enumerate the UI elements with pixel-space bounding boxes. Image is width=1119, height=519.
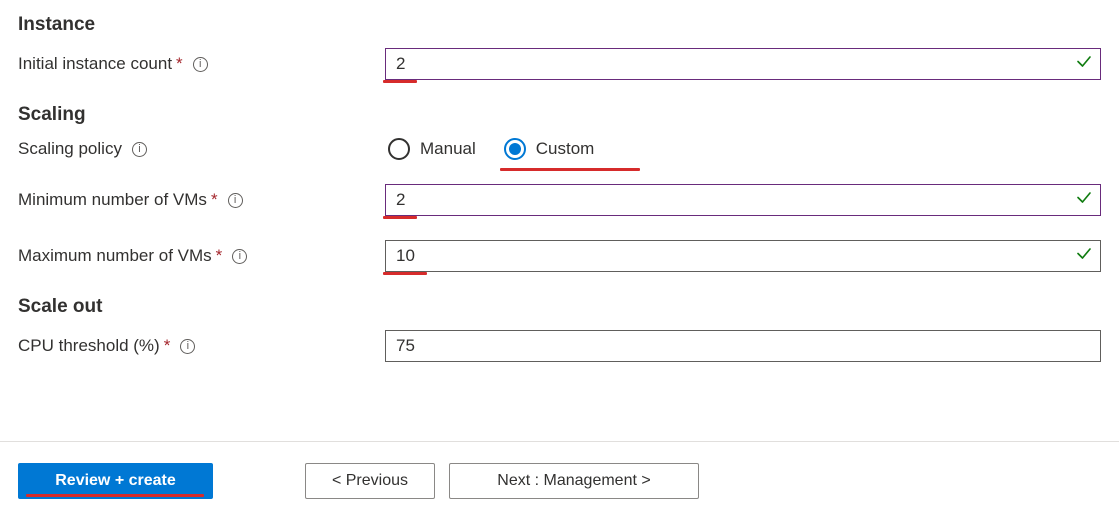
label-cpu-threshold: CPU threshold (%) * i: [18, 336, 385, 356]
required-asterisk: *: [211, 190, 218, 210]
footer-bar: Review + create < Previous Next : Manage…: [0, 441, 1119, 519]
section-header-scaling: Scaling: [18, 104, 1101, 126]
label-text: Maximum number of VMs: [18, 246, 212, 266]
row-min-vms: Minimum number of VMs * i: [18, 184, 1101, 216]
scaling-policy-radio-group: Manual Custom: [388, 138, 594, 160]
previous-button[interactable]: < Previous: [305, 463, 435, 499]
annotation-underline: [383, 216, 417, 219]
required-asterisk: *: [216, 246, 223, 266]
radio-label-custom: Custom: [536, 139, 595, 159]
annotation-underline: [383, 272, 427, 275]
min-vms-input[interactable]: [385, 184, 1101, 216]
section-header-instance: Instance: [18, 14, 1101, 36]
field-min-vms: [385, 184, 1101, 216]
field-initial-instance-count: [385, 48, 1101, 80]
field-cpu-threshold: [385, 330, 1101, 362]
info-icon[interactable]: i: [132, 142, 147, 157]
row-initial-instance-count: Initial instance count * i: [18, 48, 1101, 80]
label-text: Scaling policy: [18, 139, 122, 159]
row-cpu-threshold: CPU threshold (%) * i: [18, 330, 1101, 362]
radio-circle-icon: [504, 138, 526, 160]
label-text: Minimum number of VMs: [18, 190, 207, 210]
info-icon[interactable]: i: [228, 193, 243, 208]
next-management-button[interactable]: Next : Management >: [449, 463, 699, 499]
label-text: CPU threshold (%): [18, 336, 160, 356]
required-asterisk: *: [164, 336, 171, 356]
info-icon[interactable]: i: [232, 249, 247, 264]
info-icon[interactable]: i: [180, 339, 195, 354]
annotation-underline: [383, 80, 417, 83]
row-scaling-policy: Scaling policy i Manual Custom: [18, 138, 1101, 160]
review-create-button[interactable]: Review + create: [18, 463, 213, 499]
initial-instance-count-input[interactable]: [385, 48, 1101, 80]
cpu-threshold-input[interactable]: [385, 330, 1101, 362]
label-initial-instance-count: Initial instance count * i: [18, 54, 385, 74]
radio-custom[interactable]: Custom: [504, 138, 595, 160]
annotation-underline: [500, 168, 640, 171]
radio-circle-icon: [388, 138, 410, 160]
label-min-vms: Minimum number of VMs * i: [18, 190, 385, 210]
button-label: Review + create: [55, 472, 176, 490]
required-asterisk: *: [176, 54, 183, 74]
annotation-underline: [26, 494, 204, 497]
info-icon[interactable]: i: [193, 57, 208, 72]
button-label: < Previous: [332, 472, 408, 490]
label-scaling-policy: Scaling policy i: [18, 139, 388, 159]
radio-manual[interactable]: Manual: [388, 138, 476, 160]
field-max-vms: [385, 240, 1101, 272]
button-label: Next : Management >: [497, 472, 650, 490]
row-max-vms: Maximum number of VMs * i: [18, 240, 1101, 272]
max-vms-input[interactable]: [385, 240, 1101, 272]
section-header-scale-out: Scale out: [18, 296, 1101, 318]
radio-label-manual: Manual: [420, 139, 476, 159]
label-max-vms: Maximum number of VMs * i: [18, 246, 385, 266]
label-text: Initial instance count: [18, 54, 172, 74]
